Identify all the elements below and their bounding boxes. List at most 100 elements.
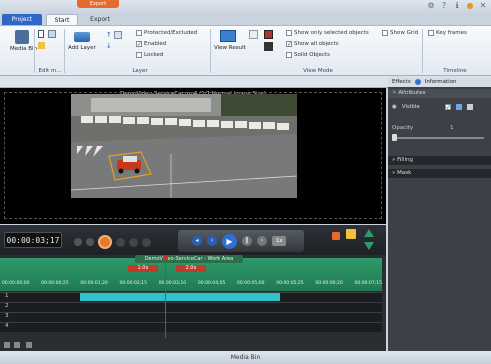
show-selected-checkbox[interactable]: Show only selected objects [286, 30, 369, 36]
tab-start[interactable]: Start [46, 14, 78, 25]
show-all-checkbox[interactable]: ✓ Show all objects [286, 41, 369, 48]
locked-checkbox[interactable]: Locked [136, 52, 197, 58]
solid-objects-checkbox[interactable]: Solid Objects [286, 52, 369, 58]
record-button[interactable] [98, 235, 112, 249]
speed-marker-2[interactable]: 2.0x [176, 265, 206, 272]
show-all-label: Show all objects [294, 41, 339, 47]
show-grid-checkbox[interactable]: Show Grid [382, 30, 418, 36]
paint-icon[interactable] [455, 104, 462, 110]
export-context-tab[interactable]: Export [77, 0, 119, 8]
playhead[interactable] [165, 258, 166, 338]
playback-controls-left [74, 235, 151, 249]
crop-icon[interactable] [48, 30, 56, 38]
mask-label: Mask [397, 170, 412, 176]
track-row[interactable] [0, 302, 382, 312]
mask-header[interactable]: » Mask [388, 169, 491, 178]
attributes-header[interactable]: ✧ Attributes [388, 89, 491, 98]
rewind-icon[interactable] [86, 238, 94, 246]
key-frames-checkbox[interactable]: Key frames [428, 30, 467, 36]
playhead-handle[interactable] [163, 256, 168, 260]
preview-icon[interactable] [249, 30, 258, 39]
timeline-tools [0, 339, 386, 351]
track-row[interactable] [0, 322, 382, 332]
help-icon[interactable]: ? [440, 2, 448, 10]
checkbox[interactable] [382, 30, 388, 36]
background-icon[interactable] [264, 42, 273, 51]
marker-icon[interactable] [332, 232, 340, 240]
layer-color-icon[interactable] [466, 104, 473, 110]
snap-icon[interactable] [129, 237, 138, 247]
checkbox[interactable] [136, 30, 142, 36]
media-bin-bar[interactable]: Media Bin [0, 351, 491, 364]
tool-icon[interactable] [4, 342, 10, 348]
close-icon[interactable]: ✕ [479, 2, 487, 10]
tool-icon[interactable] [14, 342, 20, 348]
separator [210, 29, 211, 73]
time-ticks: 00:00:00;00 00:00:00;25 00:00:01;20 00:0… [2, 281, 382, 291]
view-result-button[interactable]: View Result [214, 30, 246, 51]
rewind-button[interactable]: ‹ [207, 236, 217, 246]
bulb-icon[interactable]: ● [466, 2, 474, 10]
tick-label: 00:00:00;25 [41, 281, 69, 286]
pointer-icon[interactable] [38, 30, 44, 38]
protected-checkbox[interactable]: Protected/Excluded [136, 30, 197, 36]
video-frame[interactable] [71, 94, 297, 198]
checkbox-checked[interactable]: ✓ [136, 41, 142, 48]
tab-project[interactable]: Project [2, 14, 42, 25]
refresh-icon[interactable] [142, 237, 151, 247]
layer-props-icon[interactable] [114, 31, 122, 39]
speed-button[interactable]: 1x [272, 236, 286, 246]
tick-label: 00:00:07;15 [354, 281, 382, 286]
opacity-slider-handle[interactable] [392, 134, 397, 141]
zoom-out-icon[interactable] [364, 242, 374, 250]
add-layer-label: Add Layer [68, 45, 96, 51]
ribbon: Media Bin Edit m... Add Layer ↑ ↓ Protec… [0, 25, 491, 76]
separator [34, 29, 35, 73]
settings-icon[interactable]: ⚙ [427, 2, 435, 10]
arrow-down-icon[interactable]: ↓ [106, 42, 112, 50]
next-frame-button[interactable]: › [257, 236, 267, 246]
track-row[interactable] [0, 312, 382, 322]
prev-icon[interactable] [74, 238, 82, 246]
video-clip[interactable] [80, 293, 280, 301]
separator [64, 29, 65, 73]
arrow-up-icon[interactable]: ↑ [106, 31, 112, 39]
folder-icon[interactable] [346, 229, 356, 239]
checkbox[interactable] [286, 52, 292, 58]
track-number: 1 [5, 293, 9, 299]
layer-group-label: Layer [132, 68, 148, 74]
info-icon[interactable]: ℹ [453, 2, 461, 10]
eye-icon: ◉ [392, 104, 397, 110]
tab-effects[interactable]: Effects [392, 79, 411, 85]
loop-icon[interactable] [116, 237, 125, 247]
speed-marker-1[interactable]: 1.0x [128, 265, 158, 272]
protected-label: Protected/Excluded [144, 30, 198, 36]
pause-button[interactable]: ‖ [242, 236, 252, 246]
tool-icon[interactable] [26, 342, 32, 348]
tick-label: 00:00:01;20 [80, 281, 108, 286]
film-icon [15, 30, 29, 44]
visible-checkbox[interactable]: ✓ [444, 104, 451, 111]
zoom-in-icon[interactable] [364, 229, 374, 237]
filling-header[interactable]: » Filling [388, 156, 491, 165]
layer-options: Protected/Excluded ✓ Enabled Locked [136, 30, 197, 58]
tab-information[interactable]: Information [425, 79, 457, 85]
enabled-label: Enabled [144, 41, 167, 47]
tab-export-media[interactable]: Export Media [80, 14, 120, 34]
media-bin-button[interactable]: Media Bin [10, 30, 37, 52]
view-options: Show only selected objects ✓ Show all obj… [286, 30, 369, 58]
timecode-display[interactable]: 00:00:03;17 [4, 232, 62, 248]
checkbox-checked[interactable]: ✓ [286, 41, 292, 48]
checkbox[interactable] [428, 30, 434, 36]
enabled-checkbox[interactable]: ✓ Enabled [136, 41, 197, 48]
attributes-label: Attributes [398, 90, 426, 96]
opacity-slider[interactable] [394, 137, 484, 139]
checkbox[interactable] [136, 52, 142, 58]
play-button[interactable]: ▶ [222, 233, 237, 249]
add-layer-button[interactable]: Add Layer [68, 32, 96, 51]
color-swatch-icon[interactable] [264, 30, 273, 39]
previous-frame-button[interactable]: ◂ [192, 236, 202, 246]
pan-icon[interactable] [38, 42, 45, 49]
checkbox[interactable] [286, 30, 292, 36]
work-area-label[interactable]: DemoVideo-ServiceCar - Work Area [135, 255, 243, 263]
